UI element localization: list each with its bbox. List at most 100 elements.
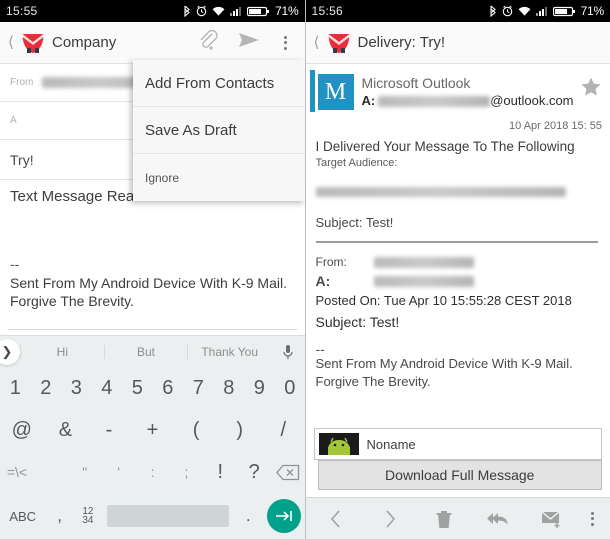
key-enter[interactable] — [262, 499, 304, 533]
subject-value: Try! — [10, 151, 34, 168]
recipient-line: A: @outlook.com — [362, 92, 581, 110]
alarm-icon — [196, 5, 207, 17]
key-period[interactable]: . — [234, 506, 262, 526]
keyboard-row-bottom: ABC , 12 34 . — [0, 493, 305, 539]
quote-divider — [315, 241, 598, 243]
signature-text: Sent From My Android Device With K-9 Mai… — [10, 275, 287, 309]
delete-icon[interactable] — [424, 509, 464, 529]
quoted-from-row: From: — [316, 253, 601, 272]
keyboard-row-punctuation: =\< " ' : ; ! ? — [0, 451, 305, 493]
attach-icon[interactable] — [197, 29, 219, 56]
quoted-from-redacted — [373, 257, 474, 268]
key-paren-close[interactable]: ) — [218, 419, 262, 442]
signal-icon — [230, 6, 242, 17]
key-at[interactable]: @ — [0, 419, 44, 442]
quoted-to-redacted — [373, 276, 474, 287]
message-app-bar: ⟨ Delivery: Try! — [305, 22, 610, 64]
overflow-icon[interactable] — [586, 511, 600, 526]
new-mail-icon[interactable] — [532, 509, 572, 529]
key-2[interactable]: 2 — [31, 377, 62, 400]
chevron-right-icon[interactable]: ❯ — [0, 338, 20, 365]
message-body: I Delivered Your Message To The Followin… — [306, 132, 610, 391]
overflow-icon[interactable] — [279, 35, 293, 50]
signal-icon — [535, 6, 548, 17]
suggestion-thank-you[interactable]: Thank You — [187, 344, 271, 359]
key-8[interactable]: 8 — [214, 377, 245, 400]
sender-name: Microsoft Outlook — [361, 75, 471, 91]
attachment-chip[interactable]: Noname — [313, 428, 602, 460]
key-single-quote[interactable]: ' — [102, 464, 136, 480]
battery-percent: 71% — [275, 4, 299, 18]
menu-item-save-as-draft[interactable]: Save As Draft — [133, 107, 305, 154]
key-5[interactable]: 5 — [122, 377, 153, 400]
key-space[interactable] — [107, 505, 230, 527]
k9-mail-logo-icon — [326, 31, 352, 55]
suggestion-but[interactable]: But — [103, 344, 188, 359]
menu-item-label: Add From Contacts — [145, 74, 275, 92]
key-plus[interactable]: + — [131, 419, 175, 442]
body-line-2: Target Audience: — [315, 157, 398, 169]
backspace-icon[interactable] — [271, 464, 304, 481]
key-0[interactable]: 0 — [275, 377, 305, 400]
key-slash[interactable]: / — [261, 419, 304, 442]
quoted-posted-on: Posted On: Tue Apr 10 15:55:28 CEST 2018 — [315, 293, 572, 308]
alarm-icon — [502, 5, 513, 17]
key-paren-open[interactable]: ( — [174, 419, 218, 442]
wifi-icon — [212, 6, 225, 17]
unread-accent-bar — [309, 70, 315, 112]
key-7[interactable]: 7 — [183, 377, 214, 400]
key-double-quote[interactable]: " — [68, 464, 102, 480]
key-numeric-layout[interactable]: 12 34 — [74, 507, 102, 526]
compose-signature[interactable]: -- Sent From My Android Device With K-9 … — [0, 257, 305, 310]
key-semicolon[interactable]: ; — [169, 464, 203, 480]
star-icon[interactable] — [580, 74, 602, 110]
page-title: Delivery: Try! — [357, 34, 446, 51]
key-1[interactable]: 1 — [0, 377, 31, 400]
android-file-icon — [318, 433, 359, 455]
bluetooth-icon — [183, 5, 191, 17]
microphone-icon[interactable] — [271, 344, 304, 360]
back-chevron-icon[interactable]: ⟨ — [314, 35, 324, 50]
keyboard-row-symbols: @ & - + ( ) / — [0, 409, 305, 451]
quoted-to-row: A: — [316, 272, 601, 291]
next-icon[interactable] — [370, 509, 410, 529]
menu-item-add-from-contacts[interactable]: Add From Contacts — [133, 60, 305, 107]
status-bar: 15:55 71% — [0, 0, 305, 22]
back-chevron-icon[interactable]: ⟨ — [8, 35, 18, 50]
reply-all-icon[interactable] — [478, 510, 518, 528]
wifi-icon — [518, 6, 531, 17]
battery-icon — [247, 6, 270, 17]
key-6[interactable]: 6 — [153, 377, 184, 400]
key-4[interactable]: 4 — [92, 377, 123, 400]
menu-item-label: Ignore — [145, 170, 180, 185]
key-comma[interactable]: , — [45, 506, 73, 526]
message-bottom-toolbar — [305, 497, 610, 539]
key-colon[interactable]: : — [136, 464, 170, 480]
send-icon[interactable] — [237, 30, 261, 55]
message-date: 10 Apr 2018 15: 55 — [509, 120, 602, 132]
compose-app-bar: ⟨ Company — [0, 22, 305, 64]
quoted-to-label: A: — [315, 273, 331, 289]
key-minus[interactable]: - — [87, 419, 131, 442]
status-bar: 15:56 71% — [305, 0, 610, 22]
from-label: From — [10, 77, 34, 88]
key-3[interactable]: 3 — [61, 377, 92, 400]
page-title: Company — [52, 34, 117, 51]
body-line-1: I Delivered Your Message To The Followin… — [315, 139, 575, 154]
prev-icon[interactable] — [316, 509, 356, 529]
suggestion-hi[interactable]: Hi — [20, 344, 104, 359]
key-exclamation[interactable]: ! — [203, 461, 237, 484]
key-abc[interactable]: ABC — [0, 509, 45, 524]
download-button-label: Download Full Message — [385, 467, 535, 483]
key-9[interactable]: 9 — [244, 377, 275, 400]
key-ampersand[interactable]: & — [44, 419, 88, 442]
body-divider — [8, 329, 297, 330]
download-full-message-button[interactable]: Download Full Message — [317, 460, 602, 490]
key-question[interactable]: ? — [237, 461, 271, 484]
keyboard-row-numbers: 1 2 3 4 5 6 7 8 9 0 — [0, 367, 305, 409]
quoted-signature-line-2: Forgive The Brevity. — [315, 374, 431, 389]
battery-icon — [552, 6, 575, 17]
attachment-name: Noname — [366, 436, 416, 452]
menu-item-ignore[interactable]: Ignore — [133, 154, 305, 201]
key-symbol-shift[interactable]: =\< — [0, 464, 34, 480]
